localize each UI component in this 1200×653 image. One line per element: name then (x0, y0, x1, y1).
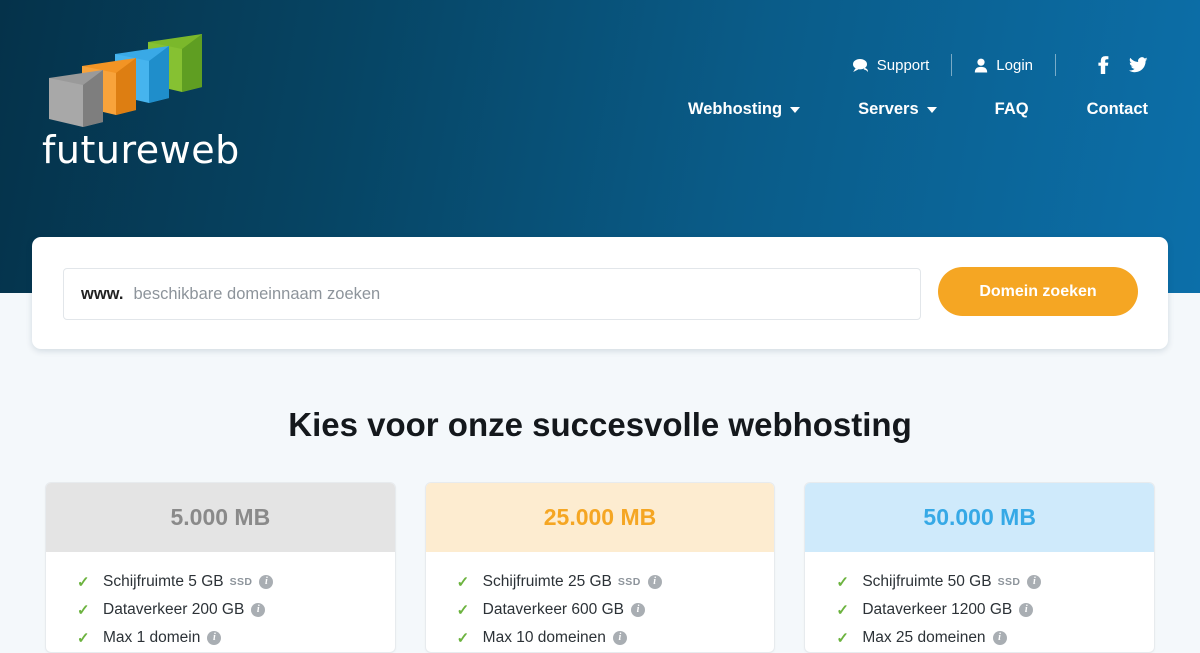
feature-row: ✓ Schijfruimte 5 GB SSD i (46, 568, 395, 596)
feature-row: ✓ Max 10 domeinen i (426, 624, 775, 652)
ssd-tag: SSD (997, 576, 1021, 588)
info-icon[interactable]: i (1019, 603, 1034, 617)
feature-label: Schijfruimte 5 GB (103, 573, 224, 590)
feature-label: Max 10 domeinen (482, 629, 606, 646)
www-prefix-label: www. (81, 284, 124, 303)
check-icon: ✓ (456, 601, 470, 619)
plan-title: 25.000 MB (425, 483, 775, 552)
chevron-down-icon (790, 106, 801, 113)
check-icon: ✓ (77, 601, 90, 619)
plan-title: 50.000 MB (805, 483, 1155, 552)
plan-features: ✓ Schijfruimte 50 GB SSD i ✓ Dataverkeer… (805, 552, 1154, 652)
page-title: Kies voor onze succesvolle webhosting (288, 406, 912, 443)
check-icon: ✓ (836, 629, 849, 647)
plan-title: 5.000 MB (46, 483, 395, 552)
feature-label: Dataverkeer 1200 GB (862, 601, 1013, 618)
nav-item-contact[interactable]: Contact (1087, 100, 1148, 119)
comment-icon (852, 58, 869, 73)
nav-item-servers[interactable]: Servers (858, 100, 937, 119)
info-icon[interactable]: i (1027, 575, 1042, 589)
divider (951, 54, 953, 76)
user-icon (974, 58, 988, 73)
feature-label: Schijfruimte 50 GB (862, 573, 992, 590)
feature-row: ✓ Schijfruimte 50 GB SSD i (805, 568, 1154, 596)
login-label: Login (996, 56, 1033, 74)
feature-row: ✓ Dataverkeer 600 GB i (426, 596, 775, 624)
check-icon: ✓ (77, 573, 90, 591)
nav-label: Contact (1086, 100, 1148, 118)
plan-features: ✓ Schijfruimte 5 GB SSD i ✓ Dataverkeer … (46, 552, 395, 652)
nav-item-webhosting[interactable]: Webhosting (687, 100, 801, 119)
info-icon[interactable]: i (251, 603, 266, 617)
twitter-link[interactable] (1129, 57, 1148, 73)
feature-row: ✓ Dataverkeer 1200 GB i (805, 596, 1154, 624)
pricing-cards: 5.000 MB ✓ Schijfruimte 5 GB SSD i ✓ Dat… (45, 482, 1156, 653)
ssd-tag: SSD (229, 576, 253, 588)
check-icon: ✓ (836, 573, 849, 591)
feature-row: ✓ Max 25 domeinen i (805, 624, 1154, 652)
main-navigation: Webhosting Servers FAQ Contact (688, 100, 1148, 119)
info-icon[interactable]: i (647, 575, 662, 589)
feature-row: ✓ Schijfruimte 25 GB SSD i (426, 568, 775, 596)
info-icon[interactable]: i (207, 631, 222, 645)
twitter-icon (1129, 57, 1148, 73)
info-icon[interactable]: i (630, 603, 645, 617)
pricing-card-50000mb[interactable]: 50.000 MB ✓ Schijfruimte 50 GB SSD i ✓ D… (804, 482, 1156, 653)
feature-label: Schijfruimte 25 GB (482, 573, 612, 590)
facebook-icon (1098, 56, 1109, 74)
nav-item-faq[interactable]: FAQ (995, 100, 1029, 119)
pricing-card-5000mb[interactable]: 5.000 MB ✓ Schijfruimte 5 GB SSD i ✓ Dat… (45, 482, 396, 653)
info-icon[interactable]: i (259, 575, 274, 589)
feature-label: Dataverkeer 600 GB (482, 601, 624, 618)
support-label: Support (876, 56, 930, 74)
ssd-tag: SSD (617, 576, 641, 588)
feature-row: ✓ Dataverkeer 200 GB i (46, 596, 395, 624)
feature-label: Dataverkeer 200 GB (103, 601, 245, 618)
utility-bar: Support Login (852, 52, 1148, 78)
plan-features: ✓ Schijfruimte 25 GB SSD i ✓ Dataverkeer… (426, 552, 775, 652)
chevron-down-icon (926, 106, 937, 113)
pricing-card-25000mb[interactable]: 25.000 MB ✓ Schijfruimte 25 GB SSD i ✓ D… (424, 482, 776, 653)
login-link[interactable]: Login (974, 57, 1033, 74)
logo-wordmark: futureweb (42, 128, 240, 172)
site-logo[interactable]: futureweb (30, 32, 280, 172)
feature-label: Max 1 domein (103, 629, 201, 646)
support-link[interactable]: Support (852, 56, 930, 74)
facebook-link[interactable] (1098, 56, 1109, 74)
domain-search-button[interactable]: Domein zoeken (938, 267, 1138, 316)
nav-label: Webhosting (687, 100, 783, 118)
info-icon[interactable]: i (992, 631, 1007, 645)
feature-row: ✓ Max 1 domein i (46, 624, 395, 652)
check-icon: ✓ (456, 573, 470, 591)
feature-label: Max 25 domeinen (862, 629, 986, 646)
info-icon[interactable]: i (612, 631, 627, 645)
domain-search-field[interactable]: www. beschikbare domeinnaam zoeken (63, 268, 921, 320)
check-icon: ✓ (836, 601, 849, 619)
nav-label: Servers (858, 100, 919, 118)
logo-shapes-icon (49, 34, 202, 127)
nav-label: FAQ (994, 100, 1029, 118)
divider (1055, 54, 1056, 76)
domain-search-placeholder: beschikbare domeinnaam zoeken (133, 284, 381, 303)
check-icon: ✓ (456, 629, 470, 647)
check-icon: ✓ (77, 629, 90, 647)
